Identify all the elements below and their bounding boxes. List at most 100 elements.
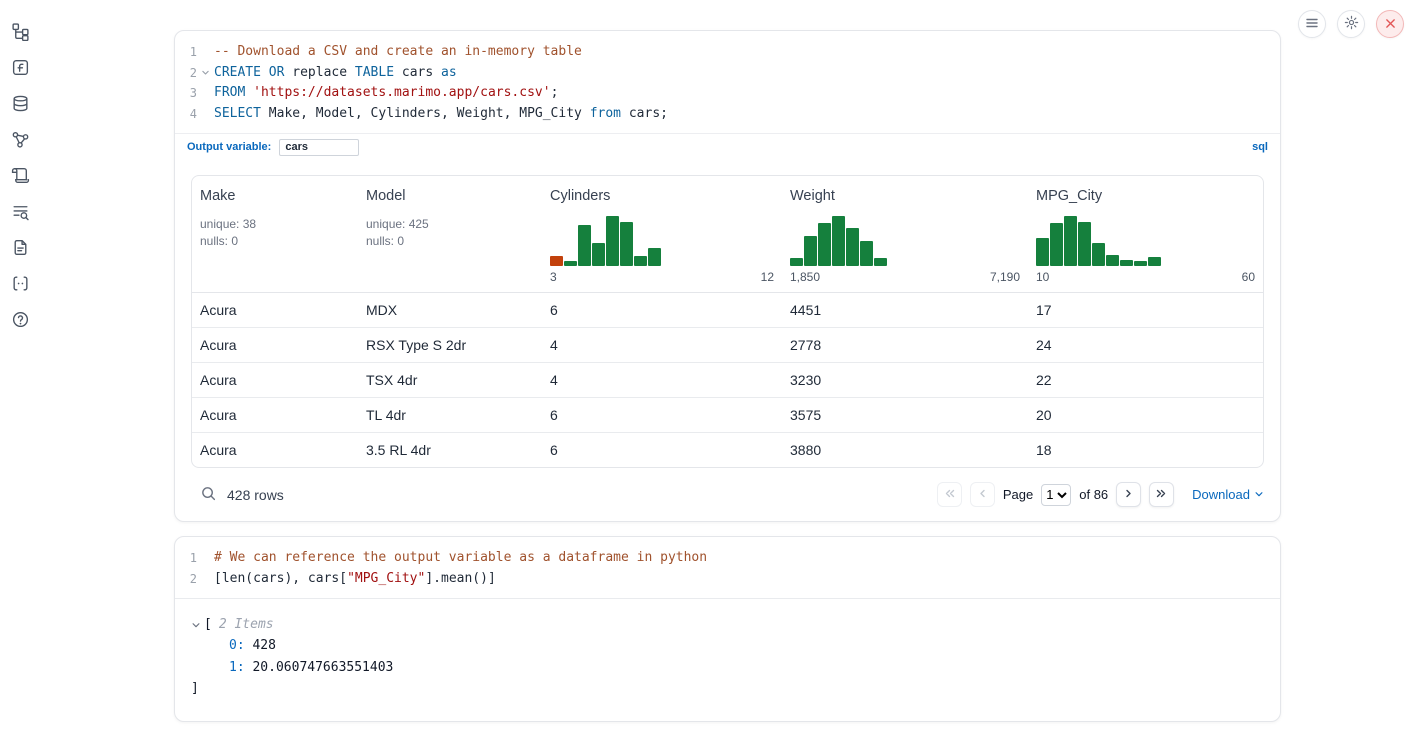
close-button[interactable] bbox=[1376, 10, 1404, 38]
fold-spacer bbox=[197, 104, 214, 125]
code-text: # We can reference the output variable a… bbox=[214, 548, 1280, 569]
table-cell: TSX 4dr bbox=[358, 363, 542, 397]
topbar-actions bbox=[1298, 10, 1404, 38]
histogram-range: 1,8507,190 bbox=[790, 270, 1020, 284]
variables-icon bbox=[11, 274, 30, 296]
outline-panel-button[interactable] bbox=[11, 167, 30, 186]
language-badge: sql bbox=[1252, 141, 1268, 153]
histogram-bar[interactable] bbox=[1064, 216, 1077, 266]
last-page-button[interactable] bbox=[1149, 482, 1174, 507]
code-text: FROM 'https://datasets.marimo.app/cars.c… bbox=[214, 83, 1280, 104]
histogram-bars bbox=[790, 214, 1020, 266]
histogram-bar[interactable] bbox=[620, 222, 633, 266]
histogram-bar[interactable] bbox=[648, 248, 661, 266]
table-cell: 4 bbox=[542, 328, 782, 362]
page-select[interactable]: 1 bbox=[1041, 484, 1071, 506]
dependency-graph-panel-button[interactable] bbox=[11, 131, 30, 150]
data-table: Makeunique: 38nulls: 0Modelunique: 425nu… bbox=[191, 175, 1264, 468]
python-code-editor[interactable]: 1# We can reference the output variable … bbox=[175, 537, 1280, 598]
code-line: 3FROM 'https://datasets.marimo.app/cars.… bbox=[175, 83, 1280, 104]
histogram-bar[interactable] bbox=[1134, 261, 1147, 266]
histogram-bars bbox=[1036, 214, 1255, 266]
table-cell: Acura bbox=[192, 293, 358, 327]
code-line: 2[len(cars), cars["MPG_City"].mean()] bbox=[175, 569, 1280, 590]
histogram-bar[interactable] bbox=[634, 256, 647, 266]
column-histogram: 1060 bbox=[1036, 214, 1255, 284]
histogram-bar[interactable] bbox=[874, 258, 887, 266]
histogram-bar[interactable] bbox=[592, 243, 605, 266]
histogram-bar[interactable] bbox=[1092, 243, 1105, 266]
histogram-bar[interactable] bbox=[550, 256, 563, 266]
histogram-bar[interactable] bbox=[1120, 260, 1133, 266]
histogram-bar[interactable] bbox=[1036, 238, 1049, 266]
histogram-bar[interactable] bbox=[564, 261, 577, 266]
table-row[interactable]: AcuraMDX6445117 bbox=[192, 293, 1263, 327]
tree-entries: 0: 4281: 20.060747663551403 bbox=[191, 635, 1264, 679]
table-cell: 3.5 RL 4dr bbox=[358, 433, 542, 467]
help-icon bbox=[11, 310, 30, 332]
table-row[interactable]: AcuraRSX Type S 2dr4277824 bbox=[192, 327, 1263, 362]
fold-chevron-icon[interactable] bbox=[197, 63, 214, 84]
column-stat: nulls: 0 bbox=[200, 234, 350, 248]
histogram-bar[interactable] bbox=[818, 223, 831, 266]
scratchpad-panel-button[interactable] bbox=[11, 59, 30, 78]
items-count: 2 Items bbox=[219, 615, 274, 635]
prev-page-button[interactable] bbox=[970, 482, 995, 507]
table-cell: 3575 bbox=[782, 398, 1028, 432]
table-row[interactable]: AcuraTL 4dr6357520 bbox=[192, 397, 1263, 432]
column-header-weight[interactable]: Weight 1,8507,190 bbox=[782, 176, 1028, 292]
help-panel-button[interactable] bbox=[11, 311, 30, 330]
column-header-mpg_city[interactable]: MPG_City1060 bbox=[1028, 176, 1263, 292]
table-cell: Acura bbox=[192, 433, 358, 467]
output-variable-input[interactable] bbox=[279, 139, 359, 156]
table-cell: 3230 bbox=[782, 363, 1028, 397]
table-cell: MDX bbox=[358, 293, 542, 327]
code-text: -- Download a CSV and create an in-memor… bbox=[214, 42, 1280, 63]
datasources-icon bbox=[11, 94, 30, 116]
logs-panel-button[interactable] bbox=[11, 203, 30, 222]
pagination: Page 1 of 86 Download bbox=[937, 482, 1264, 507]
column-header-cylinders[interactable]: Cylinders312 bbox=[542, 176, 782, 292]
column-name: Weight bbox=[790, 188, 1020, 204]
histogram-min: 1,850 bbox=[790, 270, 820, 284]
next-page-button[interactable] bbox=[1116, 482, 1141, 507]
histogram-bar[interactable] bbox=[1078, 222, 1091, 266]
python-cell: 1# We can reference the output variable … bbox=[174, 536, 1281, 722]
chevron-right-icon bbox=[1122, 487, 1135, 503]
table-cell: 6 bbox=[542, 293, 782, 327]
histogram-max: 60 bbox=[1242, 270, 1255, 284]
histogram-bar[interactable] bbox=[832, 216, 845, 266]
histogram-bar[interactable] bbox=[1050, 223, 1063, 266]
histogram-bar[interactable] bbox=[1106, 255, 1119, 266]
histogram-bar[interactable] bbox=[606, 216, 619, 266]
code-line: 4SELECT Make, Model, Cylinders, Weight, … bbox=[175, 104, 1280, 125]
menu-button[interactable] bbox=[1298, 10, 1326, 38]
histogram-bar[interactable] bbox=[860, 241, 873, 266]
column-header-model[interactable]: Modelunique: 425nulls: 0 bbox=[358, 176, 542, 292]
search-icon bbox=[200, 485, 217, 505]
histogram-bar[interactable] bbox=[846, 228, 859, 266]
table-cell: TL 4dr bbox=[358, 398, 542, 432]
collapse-chevron-icon[interactable] bbox=[191, 620, 201, 630]
table-row[interactable]: AcuraTSX 4dr4323022 bbox=[192, 362, 1263, 397]
first-page-button[interactable] bbox=[937, 482, 962, 507]
table-row[interactable]: Acura3.5 RL 4dr6388018 bbox=[192, 432, 1263, 467]
column-stat: unique: 425 bbox=[366, 217, 534, 231]
histogram-bar[interactable] bbox=[804, 236, 817, 266]
sql-code-editor[interactable]: 1-- Download a CSV and create an in-memo… bbox=[175, 31, 1280, 133]
column-stat: unique: 38 bbox=[200, 217, 350, 231]
snippets-panel-button[interactable] bbox=[11, 239, 30, 258]
datasources-panel-button[interactable] bbox=[11, 95, 30, 114]
file-explorer-panel-button[interactable] bbox=[11, 23, 30, 42]
chevrons-right-icon bbox=[1155, 487, 1168, 503]
histogram-bar[interactable] bbox=[578, 225, 591, 266]
close-bracket: ] bbox=[191, 679, 1264, 699]
settings-button[interactable] bbox=[1337, 10, 1365, 38]
histogram-bar[interactable] bbox=[790, 258, 803, 266]
table-cell: 3880 bbox=[782, 433, 1028, 467]
column-header-make[interactable]: Makeunique: 38nulls: 0 bbox=[192, 176, 358, 292]
download-button[interactable]: Download bbox=[1192, 487, 1264, 502]
search-button[interactable] bbox=[200, 485, 217, 505]
histogram-bar[interactable] bbox=[1148, 257, 1161, 266]
variables-panel-button[interactable] bbox=[11, 275, 30, 294]
